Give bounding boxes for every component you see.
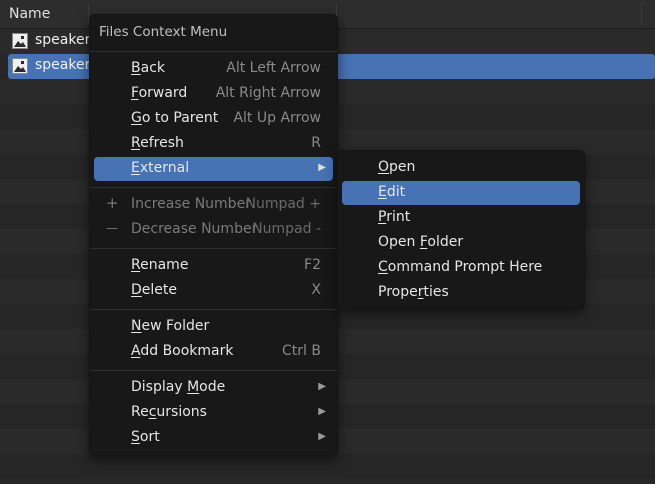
menu-item-label: Increase Number <box>131 196 251 212</box>
menu-item-label: Edit <box>378 184 406 200</box>
shortcut-hint: Alt Up Arrow <box>233 110 321 126</box>
submenu-arrow-icon: ▶ <box>318 381 326 392</box>
shortcut-hint: Ctrl B <box>282 343 321 359</box>
menu-item-recursions[interactable]: Recursions ▶ <box>94 401 333 425</box>
column-divider[interactable] <box>641 3 642 25</box>
empty-row <box>0 454 655 479</box>
image-file-icon <box>12 58 28 74</box>
menu-item-label: Open Folder <box>378 234 464 250</box>
external-submenu: Open Edit Print Open Folder Command Prom… <box>337 150 585 309</box>
menu-item-label: Properties <box>378 284 449 300</box>
menu-item-label: External <box>131 160 190 176</box>
menu-item-sort[interactable]: Sort ▶ <box>94 426 333 450</box>
menu-separator <box>90 187 337 188</box>
shortcut-hint: R <box>311 135 321 151</box>
submenu-item-properties[interactable]: Properties <box>342 281 580 305</box>
menu-item-go-to-parent[interactable]: Go to Parent Alt Up Arrow <box>94 107 333 131</box>
menu-item-label: Print <box>378 209 411 225</box>
shortcut-hint: X <box>311 282 321 298</box>
menu-item-display-mode[interactable]: Display Mode ▶ <box>94 376 333 400</box>
submenu-item-open[interactable]: Open <box>342 156 580 180</box>
shortcut-hint: Alt Right Arrow <box>215 85 321 101</box>
submenu-arrow-icon: ▶ <box>318 162 326 173</box>
menu-item-label: Refresh <box>131 135 184 151</box>
submenu-arrow-icon: ▶ <box>318 406 326 417</box>
menu-separator <box>90 51 337 52</box>
files-context-menu: Files Context Menu Back Alt Left Arrow F… <box>89 14 338 456</box>
menu-item-label: Display Mode <box>131 379 226 395</box>
menu-item-refresh[interactable]: Refresh R <box>94 132 333 156</box>
menu-separator <box>90 309 337 310</box>
menu-item-label: Back <box>131 60 165 76</box>
submenu-item-print[interactable]: Print <box>342 206 580 230</box>
menu-item-label: Add Bookmark <box>131 343 234 359</box>
shortcut-hint: F2 <box>304 257 321 273</box>
menu-item-label: Delete <box>131 282 177 298</box>
shortcut-hint: Numpad + <box>245 196 321 212</box>
menu-item-label: Go to Parent <box>131 110 219 126</box>
menu-item-new-folder[interactable]: New Folder <box>94 315 333 339</box>
menu-item-label: New Folder <box>131 318 210 334</box>
menu-item-label: Open <box>378 159 416 175</box>
file-name: speaker_ <box>35 32 98 48</box>
column-header-name[interactable]: Name <box>9 6 50 22</box>
menu-item-back[interactable]: Back Alt Left Arrow <box>94 57 333 81</box>
menu-item-increase-number: + Increase Number Numpad + <box>94 193 333 217</box>
menu-item-delete[interactable]: Delete X <box>94 279 333 303</box>
shortcut-hint: Alt Left Arrow <box>226 60 321 76</box>
file-name: speaker_ <box>35 57 98 73</box>
menu-item-label: Command Prompt Here <box>378 259 543 275</box>
plus-icon: + <box>106 194 119 212</box>
menu-item-label: Sort <box>131 429 160 445</box>
shortcut-hint: Numpad - <box>252 221 321 237</box>
menu-item-decrease-number: — Decrease Number Numpad - <box>94 218 333 242</box>
menu-item-label: Recursions <box>131 404 207 420</box>
menu-separator <box>90 370 337 371</box>
menu-separator <box>90 248 337 249</box>
menu-item-rename[interactable]: Rename F2 <box>94 254 333 278</box>
menu-item-add-bookmark[interactable]: Add Bookmark Ctrl B <box>94 340 333 364</box>
submenu-item-open-folder[interactable]: Open Folder <box>342 231 580 255</box>
menu-item-label: Decrease Number <box>131 221 258 237</box>
menu-item-label: Rename <box>131 257 189 273</box>
submenu-item-command-prompt-here[interactable]: Command Prompt Here <box>342 256 580 280</box>
menu-item-forward[interactable]: Forward Alt Right Arrow <box>94 82 333 106</box>
menu-item-label: Forward <box>131 85 188 101</box>
submenu-arrow-icon: ▶ <box>318 431 326 442</box>
menu-item-external[interactable]: External ▶ <box>94 157 333 181</box>
submenu-item-edit[interactable]: Edit <box>342 181 580 205</box>
menu-title: Files Context Menu <box>99 24 228 40</box>
image-file-icon <box>12 33 28 49</box>
minus-icon: — <box>106 221 118 235</box>
